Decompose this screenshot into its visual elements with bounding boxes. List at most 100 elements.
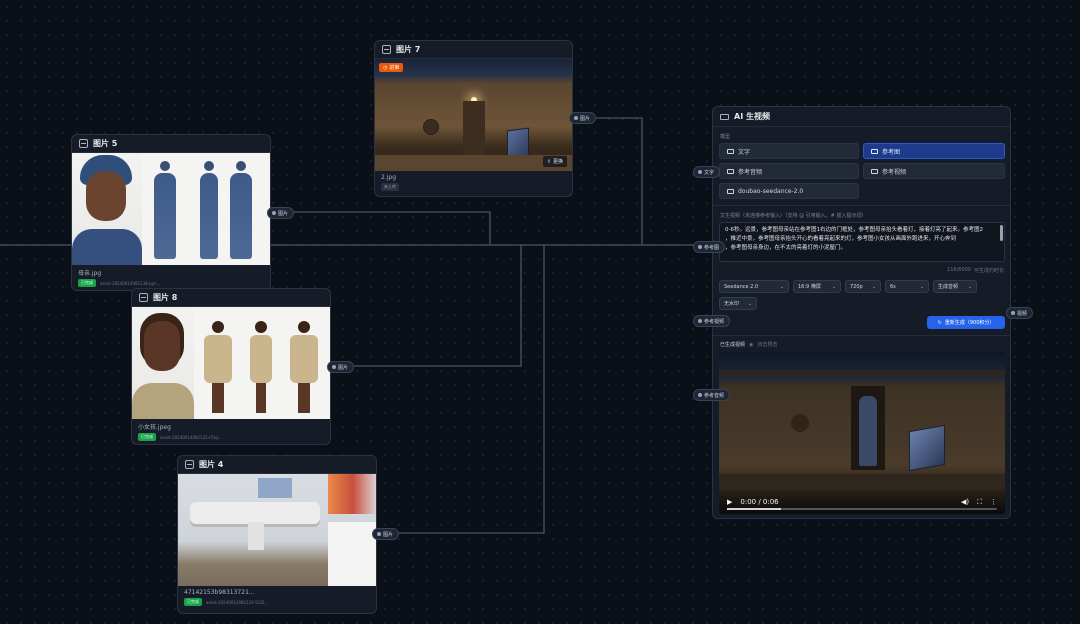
roof-edge xyxy=(719,370,1005,376)
figure-front xyxy=(154,161,176,261)
port-dot xyxy=(698,170,702,174)
figure-front xyxy=(204,321,232,416)
image-preview: ◷ 进审 ⇪ 更换 xyxy=(375,59,572,171)
node-title: AI 生视频 xyxy=(734,112,770,121)
image-preview xyxy=(178,474,376,586)
replace-button[interactable]: ⇪ 更换 xyxy=(542,156,567,167)
model-select[interactable]: doubao-seedance-2.0 xyxy=(719,183,859,199)
port-dot xyxy=(272,211,276,215)
port-ai-out-video[interactable]: 视频 xyxy=(1006,307,1034,319)
figure-back xyxy=(290,321,318,416)
upload-icon: ⇪ xyxy=(546,158,551,165)
figure-side xyxy=(250,321,272,416)
image-preview xyxy=(72,153,270,265)
node-title: 图片 7 xyxy=(396,45,421,54)
image-preview xyxy=(132,307,330,419)
figure-back xyxy=(230,161,252,261)
play-icon[interactable]: ▶ xyxy=(727,498,732,506)
text-icon xyxy=(727,148,734,154)
table-top xyxy=(190,502,320,524)
node-meta: 已完成 asset-20240614082138-jqrc... xyxy=(72,278,270,288)
resolution-select[interactable]: 720p ⌄ xyxy=(845,280,881,293)
audio-select[interactable]: 生成音频 ⌄ xyxy=(933,280,977,293)
image-icon xyxy=(871,148,878,154)
status-badge: 已完成 xyxy=(78,279,96,287)
video-controls: ▶ 0:00 / 0:06 ◀) ⛶ ⋮ xyxy=(719,490,1005,514)
node-meta: 未上传 xyxy=(375,182,572,192)
ground xyxy=(719,474,1005,490)
port-dot xyxy=(698,245,702,249)
file-name: 2.jpg xyxy=(381,174,397,181)
port-img4-out[interactable]: 图片 xyxy=(372,528,400,540)
port-dot xyxy=(377,532,381,536)
port-ai-in-ref-image[interactable]: 参考图 xyxy=(693,241,726,253)
node-header: 图片 5 xyxy=(72,135,270,153)
model-version-select[interactable]: Seedance 2.0 ⌄ xyxy=(719,280,789,293)
mother-figure xyxy=(859,396,877,466)
video-camera-icon xyxy=(720,113,729,120)
port-dot xyxy=(574,116,578,120)
image-icon xyxy=(382,45,391,54)
more-icon[interactable]: ⋮ xyxy=(990,498,997,506)
node-title: 图片 5 xyxy=(93,139,118,148)
eye-icon: ◉ xyxy=(749,341,754,348)
window-hole xyxy=(423,119,439,135)
node-meta: 已完成 asset-20240614082133-5t32... xyxy=(178,597,376,607)
port-ai-in-ref-video[interactable]: 参考视频 xyxy=(693,315,731,327)
port-img5-out[interactable]: 图片 xyxy=(267,207,295,219)
generated-header: 已生成视频 ◉ 双击预览 xyxy=(720,341,778,349)
file-name: 母亲.jpg xyxy=(78,270,102,277)
volume-icon[interactable]: ◀) xyxy=(961,498,969,506)
image-node-7[interactable]: 图片 7 ◷ 进审 ⇪ 更换 2.jpg 未上传 xyxy=(374,40,573,197)
image-node-8[interactable]: 图片 8 小女孩.jpeg 已完成 asset-20240614082135-t… xyxy=(131,288,331,445)
model-icon xyxy=(727,188,734,194)
port-dot xyxy=(698,319,702,323)
video-icon xyxy=(871,168,878,174)
mode-ref-image-button[interactable]: 参考图 xyxy=(863,143,1005,159)
image-icon xyxy=(185,460,194,469)
status-tag: ◷ 进审 xyxy=(379,63,404,72)
mode-label: 模型 xyxy=(720,134,731,140)
port-img8-out[interactable]: 图片 xyxy=(327,361,355,373)
node-header: 图片 8 xyxy=(132,289,330,307)
watermark-select[interactable]: 无水印 ⌄ xyxy=(719,297,757,310)
port-ai-in-text[interactable]: 文字 xyxy=(693,166,721,178)
portrait-photo xyxy=(72,153,142,265)
node-header: 图片 4 xyxy=(178,456,376,474)
node-title: 图片 8 xyxy=(153,293,178,302)
prompt-label: 文生视频（未连接参考输入）（支持 @ 引用输入，# 插入提示词） xyxy=(720,213,867,219)
mode-ref-video-button[interactable]: 参考视频 xyxy=(863,163,1005,179)
node-header: 图片 7 xyxy=(375,41,572,59)
port-ai-in-ref-audio[interactable]: 参考音频 xyxy=(693,389,731,401)
mode-ref-audio-button[interactable]: 参考音频 xyxy=(719,163,859,179)
video-progress-bar[interactable] xyxy=(727,508,997,510)
status-badge: 已完成 xyxy=(138,433,156,441)
prompt-textarea[interactable]: 0-6秒。远景，参考图母亲站在参考图1右边的门框处，参考图母亲抬头看着灯，接着灯… xyxy=(719,222,1005,262)
image-node-5[interactable]: 图片 5 母亲.jpg 已完成 asset-20240614082138-jqr… xyxy=(71,134,271,291)
image-icon xyxy=(139,293,148,302)
file-name: 47142153b98313721... xyxy=(184,589,255,596)
ai-video-node[interactable]: AI 生视频 模型 文字 参考图 参考音频 参考视频 doubao-seedan… xyxy=(712,106,1011,519)
asset-id: asset-20240614082135-t7zq... xyxy=(160,434,222,440)
regenerate-button[interactable]: ↻ 重新生成（900积分） xyxy=(927,316,1005,329)
image-node-4[interactable]: 图片 4 47142153b98313721... 已完成 asset-2024… xyxy=(177,455,377,614)
aspect-ratio-select[interactable]: 16:9 横屏 ⌄ xyxy=(793,280,841,293)
wall-poster xyxy=(258,478,292,498)
node-header: AI 生视频 xyxy=(713,107,1010,127)
port-dot xyxy=(698,393,702,397)
image-icon xyxy=(79,139,88,148)
video-time: 0:00 / 0:06 xyxy=(740,498,779,506)
upload-badge: 未上传 xyxy=(381,183,399,191)
duration-select[interactable]: 6s ⌄ xyxy=(885,280,929,293)
node-title: 图片 4 xyxy=(199,460,224,469)
prompt-scrollbar[interactable] xyxy=(1000,225,1003,241)
audio-icon xyxy=(727,168,734,174)
fullscreen-icon[interactable]: ⛶ xyxy=(977,498,982,507)
decor-items xyxy=(328,474,376,514)
char-counter: 116/6000 可生成约时长 xyxy=(947,267,1004,274)
refresh-icon: ↻ xyxy=(937,319,942,326)
video-player[interactable]: ▶ 0:00 / 0:06 ◀) ⛶ ⋮ xyxy=(719,352,1005,514)
file-name: 小女孩.jpeg xyxy=(138,424,171,431)
port-img7-out[interactable]: 图片 xyxy=(569,112,597,124)
mode-text-button[interactable]: 文字 xyxy=(719,143,859,159)
